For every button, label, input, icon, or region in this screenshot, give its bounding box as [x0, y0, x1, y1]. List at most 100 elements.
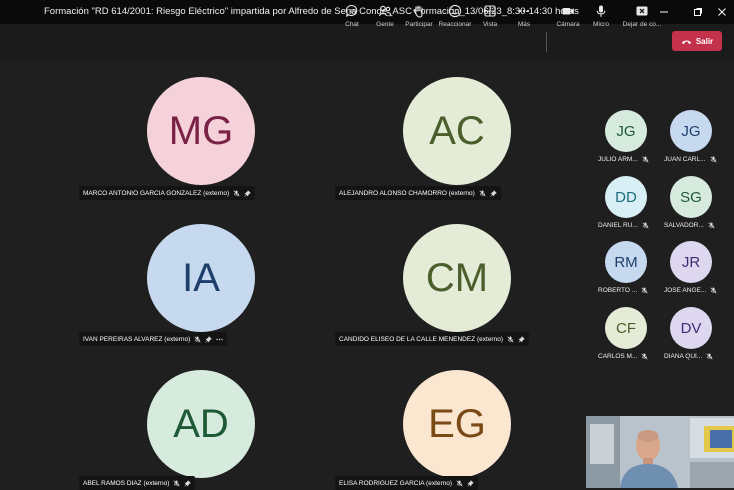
more-icon	[518, 9, 530, 13]
pin-icon[interactable]	[205, 335, 213, 343]
avatar-initials: MG	[168, 108, 234, 153]
pin-icon[interactable]	[467, 479, 474, 487]
more-label: Más	[517, 21, 531, 28]
participant-name: ROBERTO ...	[598, 287, 638, 294]
participant-name: DIANA QUI...	[664, 353, 703, 360]
chat-label: Chat	[345, 21, 359, 28]
participant-name: IVAN PEREIRAS ALVAREZ (externo)	[83, 335, 191, 343]
participant-avatar[interactable]: AD	[147, 370, 255, 478]
avatar-initials: AC	[429, 108, 485, 153]
mic-off-icon	[194, 335, 201, 343]
avatar-initials: IA	[182, 255, 220, 300]
participant-name: ALEJANDRO ALONSO CHAMORRO (externo)	[339, 189, 475, 197]
participant-name: CANDIDO ELISEO DE LA CALLE MENENDEZ (ext…	[339, 335, 503, 343]
people-icon	[378, 5, 392, 17]
participant-name-tag: DANIEL RU...	[598, 222, 649, 229]
react-label: Reaccionar	[438, 21, 472, 28]
emoji-icon	[448, 4, 462, 18]
participant-name-tag: JUAN CARL...	[664, 156, 717, 163]
participant-name-tag: DIANA QUI...	[664, 353, 713, 360]
people-button[interactable]: Gente	[367, 4, 403, 34]
participant-name-tag: CANDIDO ELISEO DE LA CALLE MENENDEZ (ext…	[335, 332, 529, 346]
participant-avatar[interactable]: JG	[670, 110, 712, 152]
avatar-initials: EG	[428, 401, 486, 446]
participant-name-tag: MARCO ANTONIO GARCIA GONZALEZ (externo)	[79, 186, 256, 200]
mic-button[interactable]: Micro	[583, 4, 619, 34]
mic-off-icon	[456, 479, 463, 487]
people-label: Gente	[376, 21, 394, 28]
pin-icon[interactable]	[184, 479, 192, 487]
participant-avatar[interactable]: MG	[147, 77, 255, 185]
raise-hand-label: Participar	[405, 21, 433, 28]
pin-icon[interactable]	[490, 189, 497, 197]
avatar-initials: JG	[681, 122, 701, 140]
participant-name-tag: JOSE ANGE...	[664, 287, 717, 294]
raise-hand-button[interactable]: Participar	[401, 4, 437, 34]
mic-off-icon	[708, 222, 715, 229]
mic-icon	[596, 5, 606, 17]
participant-avatar[interactable]: DD	[605, 176, 647, 218]
self-view-video[interactable]	[586, 416, 734, 488]
self-view-image	[586, 416, 734, 488]
react-button[interactable]: Reaccionar	[437, 4, 473, 34]
view-label: Vista	[482, 21, 498, 28]
participant-name: SALVADOR...	[664, 222, 704, 229]
participant-avatar[interactable]: CM	[403, 224, 511, 332]
participant-name: ABEL RAMOS DIAZ (externo)	[83, 479, 170, 487]
participant-name: JOSE ANGE...	[664, 287, 707, 294]
chat-icon	[345, 4, 358, 17]
stop-sharing-label: Dejar de co...	[622, 21, 662, 28]
mic-off-icon	[233, 189, 240, 197]
more-button[interactable]: Más	[506, 4, 542, 34]
participant-name: ELISA RODRIGUEZ GARCIA (externo)	[339, 479, 453, 487]
avatar-initials: RM	[614, 253, 638, 271]
view-button[interactable]: Vista	[472, 4, 508, 34]
pin-icon[interactable]	[244, 189, 251, 197]
participant-avatar[interactable]: JR	[670, 241, 712, 283]
close-icon[interactable]	[708, 0, 734, 24]
participant-avatar[interactable]: AC	[403, 77, 511, 185]
mic-label: Micro	[593, 21, 609, 28]
participant-avatar[interactable]: IA	[147, 224, 255, 332]
participant-name-tag: ALEJANDRO ALONSO CHAMORRO (externo)	[335, 186, 501, 200]
avatar-initials: CM	[425, 255, 489, 300]
mic-off-icon	[709, 156, 717, 163]
mic-off-icon	[507, 335, 514, 343]
camera-button[interactable]: Cámara	[550, 4, 586, 34]
camera-icon	[562, 8, 574, 15]
participant-avatar[interactable]: DV	[670, 307, 712, 349]
leave-button[interactable]: Salir	[672, 31, 722, 51]
participant-avatar[interactable]: EG	[403, 370, 511, 478]
avatar-initials: DV	[680, 319, 702, 337]
participant-avatar[interactable]: RM	[605, 241, 647, 283]
raise-hand-icon	[413, 5, 423, 18]
avatar-initials: JR	[681, 253, 701, 271]
mic-off-icon	[479, 189, 486, 197]
mic-off-icon	[710, 287, 717, 294]
grid-view-icon	[484, 5, 496, 17]
pin-icon[interactable]	[518, 335, 525, 343]
participant-name: MARCO ANTONIO GARCIA GONZALEZ (externo)	[83, 189, 230, 197]
avatar-initials: CF	[616, 319, 636, 337]
camera-label: Cámara	[556, 21, 580, 28]
participant-name-tag: JULIO ARM...	[598, 156, 649, 163]
more-options-icon[interactable]	[216, 336, 223, 343]
hang-up-icon	[681, 40, 691, 44]
leave-label: Salir	[695, 36, 714, 46]
participant-avatar[interactable]: JG	[605, 110, 647, 152]
participant-avatar[interactable]: SG	[670, 176, 712, 218]
participant-name-tag: IVAN PEREIRAS ALVAREZ (externo)	[79, 332, 228, 346]
stop-sharing-button[interactable]: Dejar de co...	[622, 4, 662, 34]
mic-off-icon	[641, 353, 648, 360]
participant-name: JULIO ARM...	[598, 156, 638, 163]
avatar-initials: JG	[616, 122, 636, 140]
participant-name: DANIEL RU...	[598, 222, 638, 229]
toolbar-divider	[546, 32, 547, 52]
participant-name: JUAN CARL...	[664, 156, 706, 163]
participant-avatar[interactable]: CF	[605, 307, 647, 349]
participant-name-tag: SALVADOR...	[664, 222, 715, 229]
chat-button[interactable]: Chat	[334, 4, 370, 34]
mic-off-icon	[642, 222, 649, 229]
participant-name-tag: CARLOS M...	[598, 353, 648, 360]
participant-name-tag: ROBERTO ...	[598, 287, 648, 294]
